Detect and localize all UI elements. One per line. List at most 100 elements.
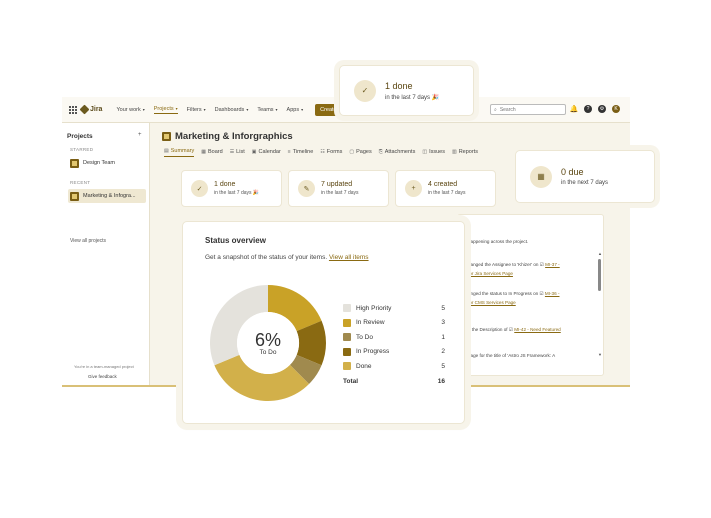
tab-timeline[interactable]: ≡ Timeline xyxy=(288,148,314,157)
settings-gear-icon[interactable]: ⚙ xyxy=(598,105,606,113)
recent-activity-panel: happening across the project. hanged the… xyxy=(457,214,604,376)
tab-forms[interactable]: ☷ Forms xyxy=(320,148,342,157)
nav-projects[interactable]: Projects ▾ xyxy=(153,106,178,114)
sidebar-title: Projects xyxy=(67,133,93,140)
stat-card-updated: ✎ 7 updated in the last 7 days xyxy=(288,170,389,207)
nav-dashboards[interactable]: Dashboards ▾ xyxy=(215,107,249,113)
sidebar-item-marketing[interactable]: Marketing & Infogra... xyxy=(68,189,146,203)
nav-teams[interactable]: Teams ▾ xyxy=(257,107,277,113)
issues-icon: ◫ xyxy=(422,148,428,155)
project-tabs: ▤ Summary ▦ Board ☰ List ▣ Calendar ≡ Timelin… xyxy=(164,148,478,157)
tab-summary[interactable]: ▤ Summary xyxy=(164,148,195,157)
tab-issues[interactable]: ◫ Issues xyxy=(422,148,445,157)
nav-filters[interactable]: Filters ▾ xyxy=(187,107,206,113)
board-icon: ▦ xyxy=(201,148,206,155)
legend-value: 3 xyxy=(441,319,445,327)
sidebar: Projects + STARRED Design Team RECENT Ma… xyxy=(62,123,150,385)
legend-swatch xyxy=(343,362,351,371)
team-managed-note: You're in a team-managed project xyxy=(74,364,134,369)
help-icon[interactable]: ? xyxy=(584,105,592,113)
app-switcher-icon[interactable] xyxy=(69,106,77,114)
tab-attachments[interactable]: ⎘ Attachments xyxy=(379,148,416,157)
chevron-down-icon: ▾ xyxy=(275,107,278,112)
sidebar-item-design-team[interactable]: Design Team xyxy=(68,156,146,170)
scroll-up-icon[interactable]: ▲ xyxy=(598,251,602,256)
float-card-done: ✓ 1 done in the last 7 days 🎉 xyxy=(339,65,474,116)
project-icon xyxy=(70,158,79,168)
chevron-down-icon: ▾ xyxy=(203,107,206,112)
legend-value: 5 xyxy=(441,304,445,312)
chevron-down-icon: ▾ xyxy=(246,107,249,112)
pages-icon: ▢ xyxy=(349,148,355,155)
pencil-icon: ✎ xyxy=(298,180,315,197)
legend-swatch xyxy=(343,347,351,356)
legend-item[interactable]: In Review 3 xyxy=(343,316,445,331)
legend-value: 5 xyxy=(441,362,445,370)
list-icon: ☰ xyxy=(229,148,235,155)
float-done-sub: in the last 7 days 🎉 xyxy=(385,94,440,101)
status-overview-card: Status overview Get a snapshot of the st… xyxy=(182,221,465,424)
nav-apps[interactable]: Apps ▾ xyxy=(287,107,304,113)
tab-list[interactable]: ☰ List xyxy=(230,148,245,157)
timeline-icon: ≡ xyxy=(287,148,291,155)
legend-label: High Priority xyxy=(356,304,392,312)
attachment-icon: ⎘ xyxy=(378,148,383,155)
main-nav: Your work ▾ Projects ▾ Filters ▾ Dashboards… xyxy=(116,103,342,116)
total-value: 16 xyxy=(437,378,445,386)
activity-line: hanged the Assignee to 'Khizer' on ☑ MI-… xyxy=(468,262,560,267)
legend-swatch xyxy=(343,304,351,313)
stat-card-done: ✓ 1 done in the last 7 days 🎉 xyxy=(181,170,282,207)
tab-pages[interactable]: ▢ Pages xyxy=(349,148,371,157)
recent-label: RECENT xyxy=(70,180,91,185)
legend-value: 1 xyxy=(441,333,445,341)
tab-calendar[interactable]: ▣ Calendar xyxy=(252,148,281,157)
summary-icon: ▤ xyxy=(164,148,169,154)
search-icon: ⌕ xyxy=(494,106,497,113)
status-overview-title: Status overview xyxy=(205,236,266,245)
legend-item[interactable]: High Priority 5 xyxy=(343,301,445,316)
legend-label: Done xyxy=(356,362,372,370)
chart-legend: High Priority 5 In Review 3 To Do 1 In Progres… xyxy=(343,301,445,389)
donut-center: 6% To Do xyxy=(254,329,281,356)
activity-line: d the Description of ☑ MI-42 - Need Feat… xyxy=(468,327,561,332)
legend-item[interactable]: To Do 1 xyxy=(343,330,445,345)
legend-label: To Do xyxy=(356,333,373,341)
jira-logo[interactable]: Jira xyxy=(79,104,102,115)
legend-item[interactable]: Done 5 xyxy=(343,359,445,374)
plus-icon: + xyxy=(405,180,422,197)
calendar-icon: ▦ xyxy=(530,165,552,188)
search-input[interactable]: ⌕ Search xyxy=(490,104,566,115)
scroll-down-icon[interactable]: ▼ xyxy=(598,352,602,357)
calendar-icon: ▣ xyxy=(251,148,257,155)
reports-icon: ▥ xyxy=(451,148,457,155)
project-icon xyxy=(162,132,171,141)
legend-total: Total 16 xyxy=(343,375,445,390)
total-label: Total xyxy=(343,378,359,386)
view-all-items-link[interactable]: View all items xyxy=(329,254,369,261)
legend-label: In Review xyxy=(356,319,385,327)
chevron-down-icon: ▾ xyxy=(142,107,145,112)
user-avatar[interactable]: K xyxy=(612,105,620,113)
activity-line: for CMS Services Page xyxy=(468,300,516,305)
view-all-projects-link[interactable]: View all projects xyxy=(70,238,106,244)
add-project-icon[interactable]: + xyxy=(138,132,142,138)
nav-your-work[interactable]: Your work ▾ xyxy=(116,107,144,113)
top-right-icons: 🔔 ? ⚙ K xyxy=(570,105,620,113)
jira-logo-icon xyxy=(79,104,90,115)
create-button[interactable]: Create xyxy=(315,103,342,116)
give-feedback-link[interactable]: Give feedback xyxy=(88,374,117,379)
stat-card-created: + 4 created in the last 7 days xyxy=(395,170,496,207)
activity-line: for Jira Services Page xyxy=(468,271,513,276)
tab-board[interactable]: ▦ Board xyxy=(201,148,222,157)
tab-reports[interactable]: ▥ Reports xyxy=(452,148,478,157)
activity-scrollbar[interactable] xyxy=(598,259,601,291)
legend-swatch xyxy=(343,333,351,342)
activity-line: happening across the project. xyxy=(468,239,529,244)
stat-sub: in the last 7 days 🎉 xyxy=(214,190,260,196)
project-icon xyxy=(70,191,79,201)
chevron-down-icon: ▾ xyxy=(301,107,304,112)
check-icon: ✓ xyxy=(191,180,208,197)
legend-item[interactable]: In Progress 2 xyxy=(343,345,445,360)
legend-label: In Progress xyxy=(356,348,390,356)
notification-bell-icon[interactable]: 🔔 xyxy=(570,105,579,113)
